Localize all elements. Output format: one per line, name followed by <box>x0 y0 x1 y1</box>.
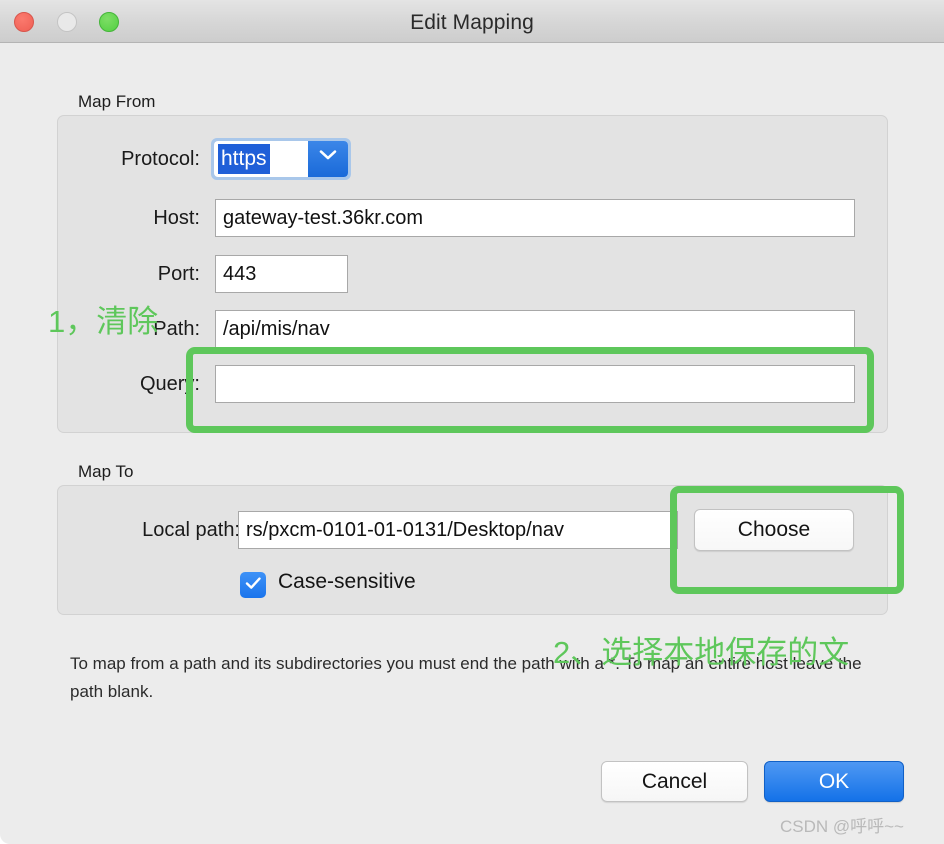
query-input[interactable] <box>215 365 855 403</box>
protocol-selected-value: https <box>218 144 270 174</box>
query-label: Query: <box>139 373 200 395</box>
port-input[interactable]: 443 <box>215 255 348 293</box>
cancel-button[interactable]: Cancel <box>601 761 748 802</box>
protocol-select-inner: https <box>214 141 348 177</box>
case-sensitive-checkbox[interactable] <box>240 572 266 598</box>
map-from-group-label: Map From <box>78 92 156 111</box>
path-label: Path: <box>153 318 200 340</box>
ok-button[interactable]: OK <box>764 761 904 802</box>
path-input[interactable]: /api/mis/nav <box>215 310 855 348</box>
protocol-select[interactable]: https <box>211 138 351 180</box>
map-to-group-label: Map To <box>78 462 134 481</box>
edit-mapping-dialog: Edit Mapping Map From Protocol: https Ho… <box>0 0 944 844</box>
chevron-down-icon <box>318 148 338 167</box>
local-path-input[interactable]: rs/pxcm-0101-01-0131/Desktop/nav <box>238 511 678 549</box>
case-sensitive-label: Case-sensitive <box>278 570 416 593</box>
window-title: Edit Mapping <box>410 11 534 34</box>
watermark: CSDN @呼呼~~ <box>779 817 904 836</box>
checkmark-icon <box>245 575 262 597</box>
help-text: To map from a path and its subdirectorie… <box>70 654 862 701</box>
port-label: Port: <box>157 263 200 285</box>
host-label: Host: <box>153 207 200 229</box>
local-path-label: Local path: <box>142 519 240 541</box>
title-bar: Edit Mapping <box>0 0 944 43</box>
host-input[interactable]: gateway-test.36kr.com <box>215 199 855 237</box>
protocol-dropdown-button[interactable] <box>308 141 348 177</box>
choose-button[interactable]: Choose <box>694 509 854 551</box>
protocol-label: Protocol: <box>121 148 200 170</box>
